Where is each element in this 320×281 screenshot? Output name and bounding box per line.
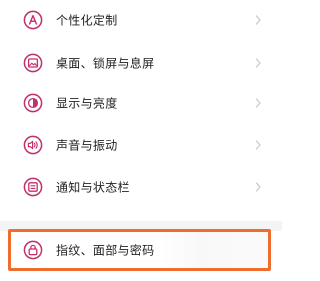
wallpaper-icon [23,53,43,73]
settings-list: 个性化定制 桌面、锁屏与息屏 显示与亮度 声音与振动 通知与状态栏 指纹、面部与… [0,0,282,281]
settings-item-label: 显示与亮度 [56,96,118,111]
settings-item-notification-statusbar[interactable]: 通知与状态栏 [0,170,282,204]
settings-item-desktop-lockscreen[interactable]: 桌面、锁屏与息屏 [0,46,282,80]
settings-item-label: 指纹、面部与密码 [56,243,155,258]
notification-statusbar-icon [23,177,43,197]
display-brightness-icon [23,93,43,113]
lock-icon [23,240,43,260]
chevron-right-icon [254,181,262,193]
chevron-right-icon [254,97,262,109]
settings-item-label: 通知与状态栏 [56,180,130,195]
settings-item-label: 个性化定制 [56,13,118,28]
chevron-right-icon [254,57,262,69]
chevron-right-icon [254,139,262,151]
sound-vibration-icon [23,135,43,155]
settings-item-display-brightness[interactable]: 显示与亮度 [0,86,282,120]
settings-item-label: 声音与振动 [56,138,118,153]
personalize-icon [23,10,43,30]
settings-item-sound-vibration[interactable]: 声音与振动 [0,128,282,162]
settings-item-personalize[interactable]: 个性化定制 [0,3,282,37]
settings-item-label: 桌面、锁屏与息屏 [56,56,155,71]
chevron-right-icon [254,14,262,26]
blur-overlay [161,232,268,268]
